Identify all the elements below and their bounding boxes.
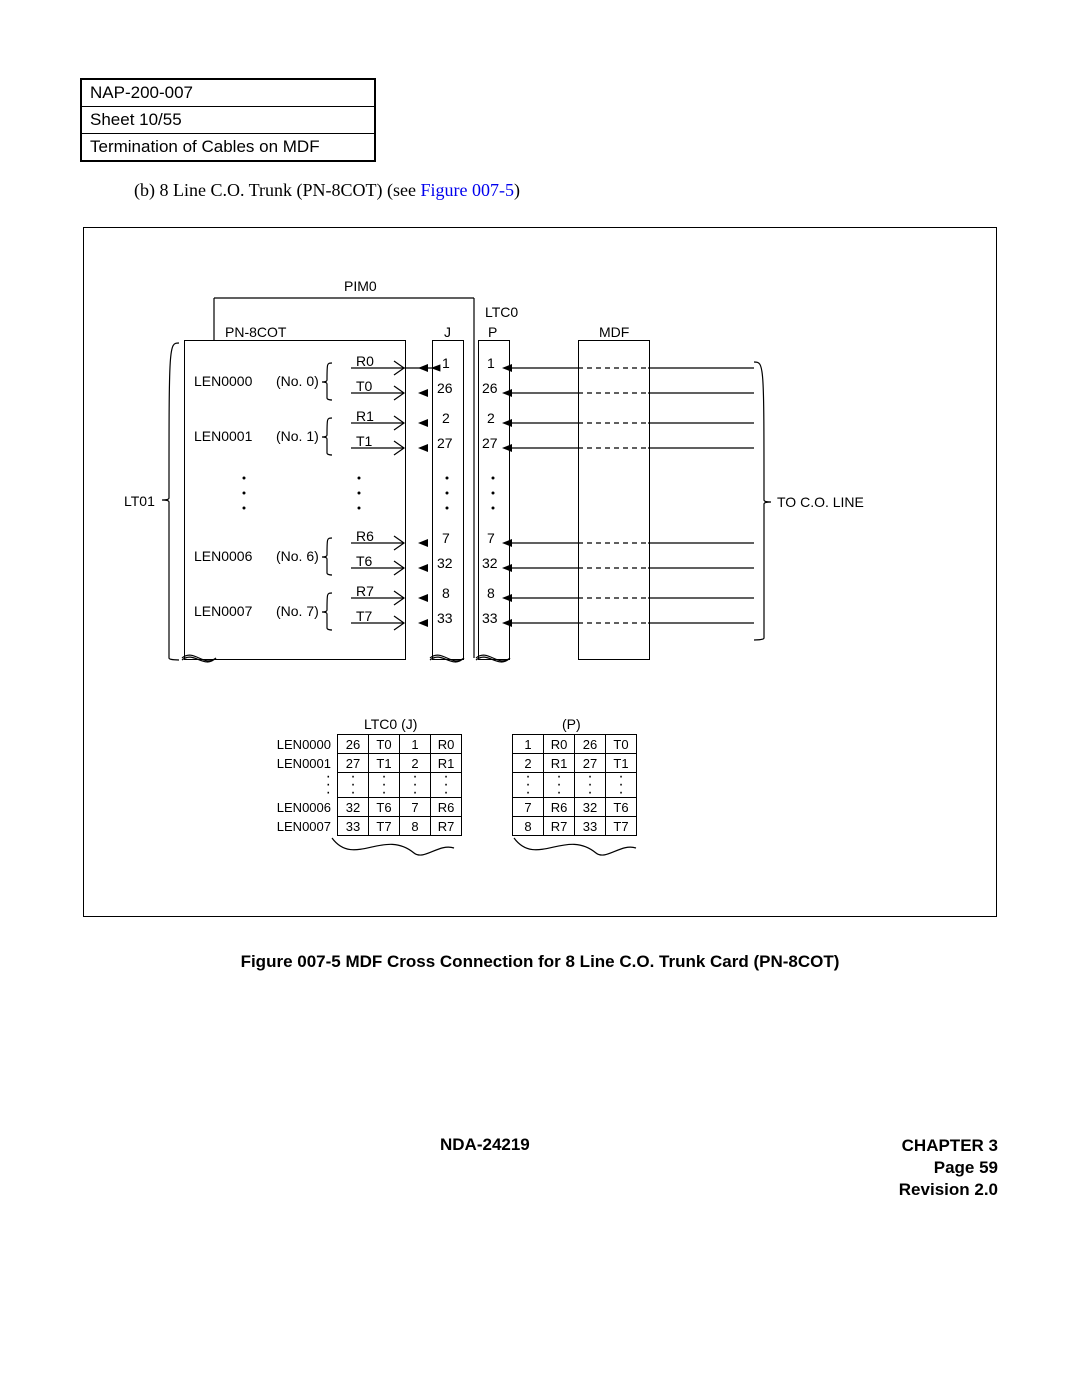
figure-link[interactable]: Figure 007-5 bbox=[420, 180, 514, 200]
figure-caption: Figure 007-5 MDF Cross Connection for 8 … bbox=[0, 952, 1080, 972]
section-b-caption: (b) 8 Line C.O. Trunk (PN-8COT) (see Fig… bbox=[134, 180, 520, 201]
header-line-2: Sheet 10/55 bbox=[82, 107, 374, 134]
footer-right: CHAPTER 3 Page 59 Revision 2.0 bbox=[899, 1135, 998, 1201]
footer-doc: NDA-24219 bbox=[440, 1135, 530, 1155]
header-box: NAP-200-007 Sheet 10/55 Termination of C… bbox=[80, 78, 376, 162]
header-line-1: NAP-200-007 bbox=[82, 80, 374, 107]
figure-007-5: PIM0 LTC0 LT01 TO C.O. LINE PN-8COT J P … bbox=[83, 227, 997, 917]
header-line-3: Termination of Cables on MDF bbox=[82, 134, 374, 160]
